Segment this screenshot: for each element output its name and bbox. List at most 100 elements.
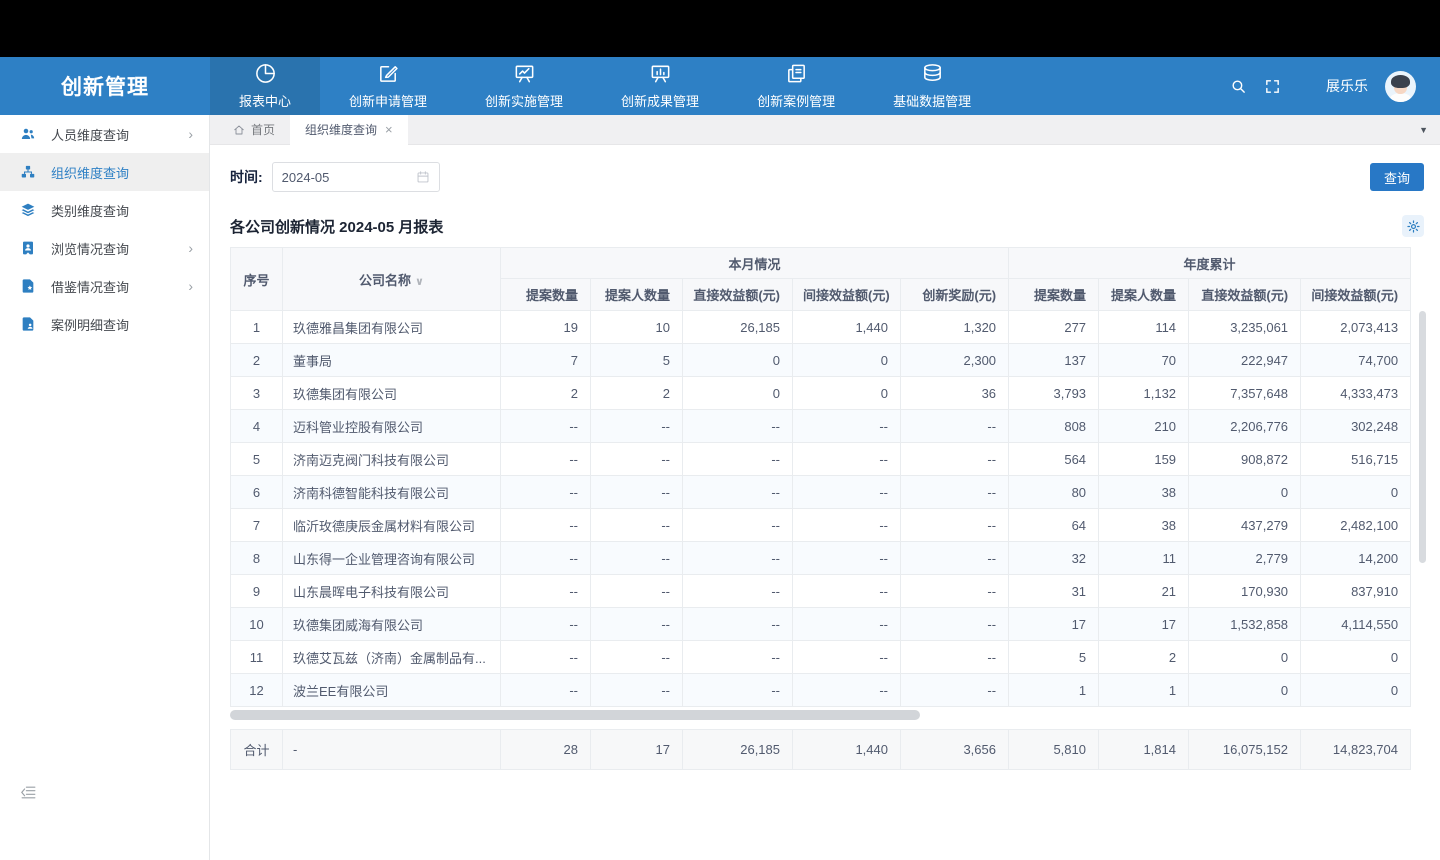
cell-month-value: -- xyxy=(793,674,901,707)
cell-company: 玖德雅昌集团有限公司 xyxy=(283,311,501,344)
sidebar: 人员维度查询 › 组织维度查询 类别维度查询 浏览情况查询 › 借鉴情况查询 › xyxy=(0,115,210,860)
col-header-company[interactable]: 公司名称∨ xyxy=(283,248,501,311)
nav-label: 创新案例管理 xyxy=(757,91,835,110)
presentation-line-icon xyxy=(513,62,536,88)
tab-overflow-icon[interactable]: ▼ xyxy=(1419,115,1428,145)
cell-year-value: 0 xyxy=(1301,476,1411,509)
cell-month-value: -- xyxy=(901,641,1009,674)
cell-month-value: -- xyxy=(591,542,683,575)
vertical-scrollbar-thumb[interactable] xyxy=(1419,311,1426,563)
cell-month-value: -- xyxy=(901,542,1009,575)
tab-home[interactable]: 首页 xyxy=(218,115,290,144)
table-row: 1玖德雅昌集团有限公司191026,1851,4401,3202771143,2… xyxy=(231,311,1411,344)
letterbox-bar xyxy=(0,0,1440,57)
cell-company: 山东得一企业管理咨询有限公司 xyxy=(283,542,501,575)
nav-item-innovation-achievement[interactable]: 创新成果管理 xyxy=(592,57,728,115)
nav-item-base-data[interactable]: 基础数据管理 xyxy=(864,57,1000,115)
home-icon xyxy=(233,124,245,136)
horizontal-scrollbar-thumb[interactable] xyxy=(230,710,920,720)
cell-month-value: -- xyxy=(591,608,683,641)
time-input[interactable]: 2024-05 xyxy=(272,162,440,192)
cell-month-value: -- xyxy=(591,410,683,443)
cell-month-value: 2,300 xyxy=(901,344,1009,377)
cell-year-value: 32 xyxy=(1009,542,1099,575)
cell-month-value: -- xyxy=(591,443,683,476)
query-button[interactable]: 查询 xyxy=(1370,163,1424,191)
app-header: 创新管理 报表中心 创新申请管理 创新实施管理 创新成果管理 创新案例管理 xyxy=(0,57,1440,115)
badge-icon xyxy=(20,240,36,256)
cell-month-value: -- xyxy=(793,608,901,641)
cell-year-value: 0 xyxy=(1301,674,1411,707)
cell-year-value: 277 xyxy=(1009,311,1099,344)
cell-year-value: 5 xyxy=(1009,641,1099,674)
col-header: 提案人数量 xyxy=(591,279,683,311)
col-header: 提案数量 xyxy=(1009,279,1099,311)
tab-label: 首页 xyxy=(251,121,275,138)
nav-item-innovation-apply[interactable]: 创新申请管理 xyxy=(320,57,456,115)
nav-item-report-center[interactable]: 报表中心 xyxy=(210,57,320,115)
cell-year-value: 1,532,858 xyxy=(1189,608,1301,641)
cell-index: 3 xyxy=(231,377,283,410)
cell-month-value: -- xyxy=(501,575,591,608)
cell-year-value: 17 xyxy=(1099,608,1189,641)
people-icon xyxy=(20,126,36,142)
table-header: 序号 公司名称∨ 本月情况 年度累计 提案数量 提案人数量 直接效益额(元) xyxy=(231,248,1411,311)
cell-month-value: -- xyxy=(591,509,683,542)
cell-year-value: 0 xyxy=(1189,476,1301,509)
cell-company: 临沂玫德庚辰金属材料有限公司 xyxy=(283,509,501,542)
cell-year-value: 0 xyxy=(1189,641,1301,674)
total-cell: 3,656 xyxy=(901,730,1009,770)
search-icon[interactable] xyxy=(1230,78,1247,95)
cell-month-value: -- xyxy=(591,641,683,674)
gear-icon[interactable] xyxy=(1402,215,1424,237)
col-header: 直接效益额(元) xyxy=(1189,279,1301,311)
sidebar-collapse-icon[interactable] xyxy=(20,784,37,806)
screen: 创新管理 报表中心 创新申请管理 创新实施管理 创新成果管理 创新案例管理 xyxy=(0,0,1440,860)
col-header: 间接效益额(元) xyxy=(793,279,901,311)
sidebar-item-browse-status[interactable]: 浏览情况查询 › xyxy=(0,229,209,267)
cell-month-value: -- xyxy=(901,509,1009,542)
cell-month-value: -- xyxy=(901,608,1009,641)
doc-star-icon xyxy=(20,278,36,294)
total-company: - xyxy=(283,730,501,770)
cell-year-value: 170,930 xyxy=(1189,575,1301,608)
cell-month-value: 5 xyxy=(591,344,683,377)
sidebar-item-label: 案例明细查询 xyxy=(51,315,129,334)
col-header: 间接效益额(元) xyxy=(1301,279,1411,311)
sidebar-item-org-dimension[interactable]: 组织维度查询 xyxy=(0,153,209,191)
cell-company: 波兰EE有限公司 xyxy=(283,674,501,707)
table-row: 11玖德艾瓦兹（济南）金属制品有...----------5200 xyxy=(231,641,1411,674)
cell-month-value: 0 xyxy=(683,344,793,377)
org-chart-icon xyxy=(20,164,36,180)
cell-month-value: -- xyxy=(683,509,793,542)
sidebar-item-reference-status[interactable]: 借鉴情况查询 › xyxy=(0,267,209,305)
sidebar-item-person-dimension[interactable]: 人员维度查询 › xyxy=(0,115,209,153)
close-icon[interactable]: × xyxy=(385,122,393,137)
avatar[interactable] xyxy=(1385,71,1416,102)
nav-item-innovation-implement[interactable]: 创新实施管理 xyxy=(456,57,592,115)
horizontal-scrollbar xyxy=(230,710,1410,720)
cell-month-value: -- xyxy=(793,476,901,509)
table-row: 6济南科德智能科技有限公司----------803800 xyxy=(231,476,1411,509)
tab-org-dimension[interactable]: 组织维度查询 × xyxy=(290,115,408,145)
cell-year-value: 0 xyxy=(1301,641,1411,674)
table-row: 12波兰EE有限公司----------1100 xyxy=(231,674,1411,707)
username[interactable]: 展乐乐 xyxy=(1326,76,1368,96)
cell-index: 4 xyxy=(231,410,283,443)
report-title-row: 各公司创新情况 2024-05 月报表 xyxy=(230,215,1424,237)
total-cell: 1,814 xyxy=(1099,730,1189,770)
cell-year-value: 80 xyxy=(1009,476,1099,509)
tab-bar: 首页 组织维度查询 × ▼ xyxy=(210,115,1440,145)
cell-month-value: -- xyxy=(591,476,683,509)
cell-month-value: 36 xyxy=(901,377,1009,410)
cell-month-value: -- xyxy=(591,575,683,608)
fullscreen-icon[interactable] xyxy=(1264,78,1281,95)
sidebar-item-case-detail[interactable]: 案例明细查询 xyxy=(0,305,209,343)
cell-year-value: 70 xyxy=(1099,344,1189,377)
table-row: 7临沂玫德庚辰金属材料有限公司----------6438437,2792,48… xyxy=(231,509,1411,542)
nav-item-innovation-case[interactable]: 创新案例管理 xyxy=(728,57,864,115)
cell-year-value: 1,132 xyxy=(1099,377,1189,410)
total-cell: 1,440 xyxy=(793,730,901,770)
cell-month-value: -- xyxy=(683,641,793,674)
sidebar-item-category-dimension[interactable]: 类别维度查询 xyxy=(0,191,209,229)
